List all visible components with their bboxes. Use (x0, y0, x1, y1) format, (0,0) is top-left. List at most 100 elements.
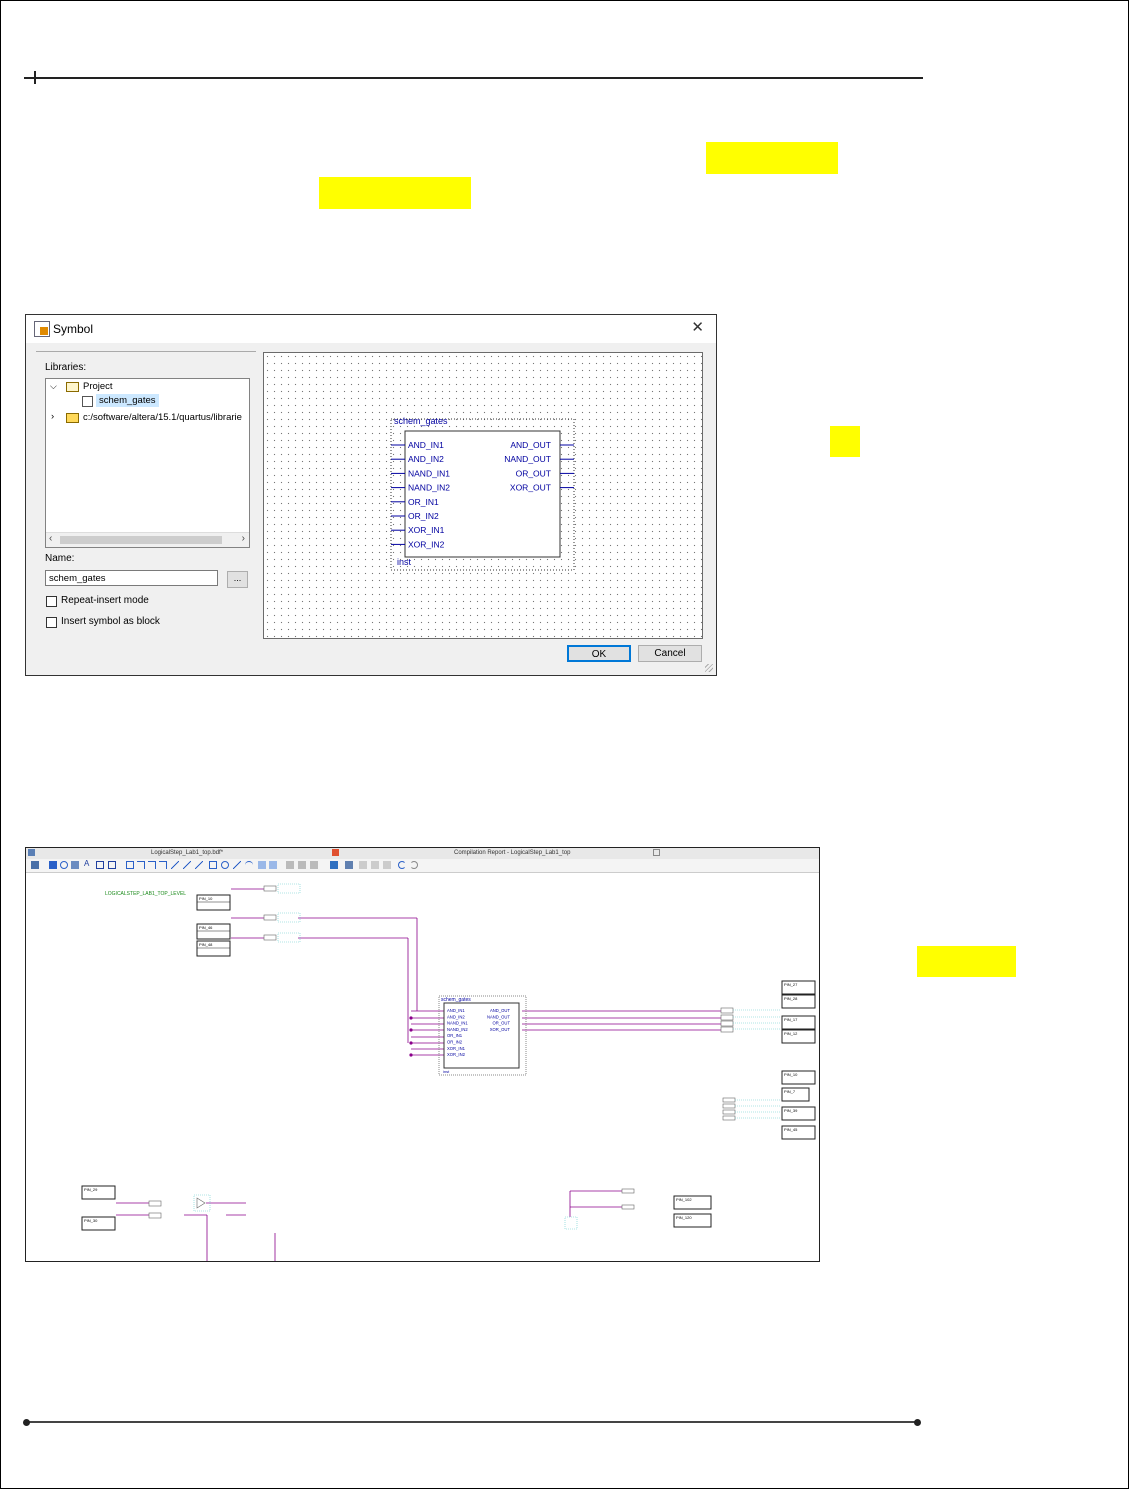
redo-icon[interactable] (410, 861, 418, 869)
left-pin-2-label: PIN_46 (199, 925, 213, 930)
symbol-input-pin-label: AND_IN2 (408, 454, 444, 464)
right-pin-b-1: PIN_10 (784, 1072, 798, 1077)
symbol-input-pin-label: NAND_IN2 (408, 483, 450, 493)
block-input-label: XOR_IN2 (447, 1052, 466, 1057)
diagonal-node-icon[interactable] (171, 861, 179, 869)
orthogonal-node-icon[interactable] (137, 861, 145, 869)
zoom-icon[interactable] (60, 861, 68, 869)
print-icon[interactable] (345, 861, 353, 869)
symbol-input-pin-label: XOR_IN2 (408, 539, 445, 549)
rubberbanding-icon[interactable] (269, 861, 277, 869)
text-tool-icon[interactable]: A (84, 859, 92, 868)
orthogonal-bus-icon[interactable] (148, 861, 156, 869)
orthogonal-conduit-icon[interactable] (159, 861, 167, 869)
symbol-app-icon (34, 321, 50, 337)
browse-button[interactable]: ... (227, 571, 248, 588)
line-icon[interactable] (233, 861, 241, 869)
rectangle-icon[interactable] (126, 861, 134, 869)
folder-icon (66, 413, 79, 423)
bottom-left-gates (148, 1194, 211, 1219)
highlight-block-2 (319, 177, 471, 209)
ok-button[interactable]: OK (567, 645, 631, 662)
chevron-right-icon[interactable]: › (51, 411, 54, 422)
block-input-label: AND_IN1 (447, 1008, 465, 1013)
tree-item-library-path[interactable]: c:/software/altera/15.1/quartus/librarie (83, 412, 242, 423)
symbol-instance: inst (397, 557, 412, 567)
repeat-insert-checkbox[interactable] (46, 596, 57, 607)
header-rule-tick (34, 71, 36, 84)
right-wires-b (735, 1099, 781, 1119)
select-icon[interactable] (49, 861, 57, 869)
tree-item-schem-gates[interactable]: schem_gates (96, 394, 159, 407)
bottom-right-pins: PIN_102 PIN_120 (673, 1195, 712, 1228)
symbol-output-pin-label: XOR_OUT (510, 483, 551, 493)
libraries-tree[interactable]: ⌵ Project schem_gates › c:/software/alte… (45, 378, 250, 548)
right-pin-a-1: PIN_27 (784, 982, 798, 987)
flip-vertical-icon[interactable] (298, 861, 306, 869)
diagonal-conduit-icon[interactable] (195, 861, 203, 869)
resize-grip-icon[interactable] (705, 664, 713, 672)
highlight-block-4 (917, 946, 1016, 977)
cut-icon[interactable] (359, 861, 367, 869)
dialog-titlebar: Symbol ✕ (26, 315, 716, 343)
symbol-input-pin-label: OR_IN1 (408, 497, 439, 507)
block-output-label: NAND_OUT (487, 1014, 510, 1019)
tree-item-project[interactable]: Project (83, 381, 113, 392)
block-input-label: AND_IN2 (447, 1014, 465, 1019)
insert-block-label: Insert symbol as block (61, 616, 160, 627)
tab-schematic[interactable]: LogicalStep_Lab1_top.bdf* (151, 850, 223, 856)
scrollbar-thumb[interactable] (60, 536, 222, 544)
scroll-right-icon[interactable]: › (242, 533, 245, 544)
schematic-toolbar: A (26, 859, 819, 873)
repeat-insert-label: Repeat-insert mode (61, 595, 149, 606)
symbol-preview-svg: AND_IN1 AND_IN2 NAND_IN1 NAND_IN2 OR_IN1 OR_I… (390, 416, 575, 571)
tree-horizontal-scrollbar[interactable]: ‹ › (46, 532, 249, 547)
arc-icon[interactable] (245, 861, 253, 869)
bottom-right-wires (569, 1190, 622, 1217)
symbol-tool-icon[interactable] (96, 861, 104, 869)
block-input-label: OR_IN2 (447, 1040, 463, 1045)
flip-horizontal-icon[interactable] (286, 861, 294, 869)
rotate-icon[interactable] (310, 861, 318, 869)
block-output-label: XOR_OUT (490, 1027, 511, 1032)
chevron-down-icon[interactable]: ⌵ (50, 381, 57, 392)
copy-icon[interactable] (371, 861, 379, 869)
symbol-output-pin-label: AND_OUT (510, 440, 551, 450)
ellipse-icon[interactable] (221, 861, 229, 869)
hand-icon[interactable] (71, 861, 79, 869)
cancel-button[interactable]: Cancel (638, 645, 702, 662)
insert-block-checkbox[interactable] (46, 617, 57, 628)
undo-icon[interactable] (398, 861, 406, 869)
bottom-right-pin-1: PIN_102 (676, 1197, 692, 1202)
right-buffers-b (722, 1097, 736, 1121)
quartus-icon (28, 849, 35, 856)
bottom-left-wires (116, 1202, 276, 1261)
symbol-input-pin-label: OR_IN2 (408, 511, 439, 521)
bottom-right-pin-2: PIN_120 (676, 1215, 692, 1220)
close-tab-icon[interactable] (332, 849, 339, 856)
rectangle-draw-icon[interactable] (209, 861, 217, 869)
block-input-label: XOR_IN1 (447, 1046, 466, 1051)
close-tab-icon[interactable] (653, 849, 660, 856)
diagonal-bus-icon[interactable] (183, 861, 191, 869)
pin-tool-icon[interactable] (108, 861, 116, 869)
paste-icon[interactable] (383, 861, 391, 869)
block-input-label: NAND_IN1 (447, 1021, 468, 1026)
symbol-preview: AND_IN1 AND_IN2 NAND_IN1 NAND_IN2 OR_IN1 OR_I… (263, 352, 703, 639)
hierarchy-icon[interactable] (31, 861, 39, 869)
output-buffers (720, 1007, 734, 1033)
junction-dots (409, 1016, 413, 1057)
save-icon[interactable] (330, 861, 338, 869)
name-input[interactable]: schem_gates (45, 570, 218, 586)
footer-rule-right-dot (914, 1419, 921, 1426)
scroll-left-icon[interactable]: ‹ (49, 533, 52, 544)
symbol-input-pin-label: XOR_IN1 (408, 525, 445, 535)
right-pin-a-3: PIN_17 (784, 1017, 798, 1022)
partial-line-select-icon[interactable] (258, 861, 266, 869)
tab-compilation-report[interactable]: Compilation Report - LogicalStep_Lab1_to… (454, 850, 570, 856)
block-output-label: AND_OUT (490, 1008, 510, 1013)
block-output-label: OR_OUT (493, 1021, 511, 1026)
right-pins-b: PIN_10 PIN_7 PIN_39 PIN_45 (781, 1070, 816, 1140)
close-icon[interactable]: ✕ (691, 318, 704, 336)
symbol-file-icon (82, 396, 93, 407)
